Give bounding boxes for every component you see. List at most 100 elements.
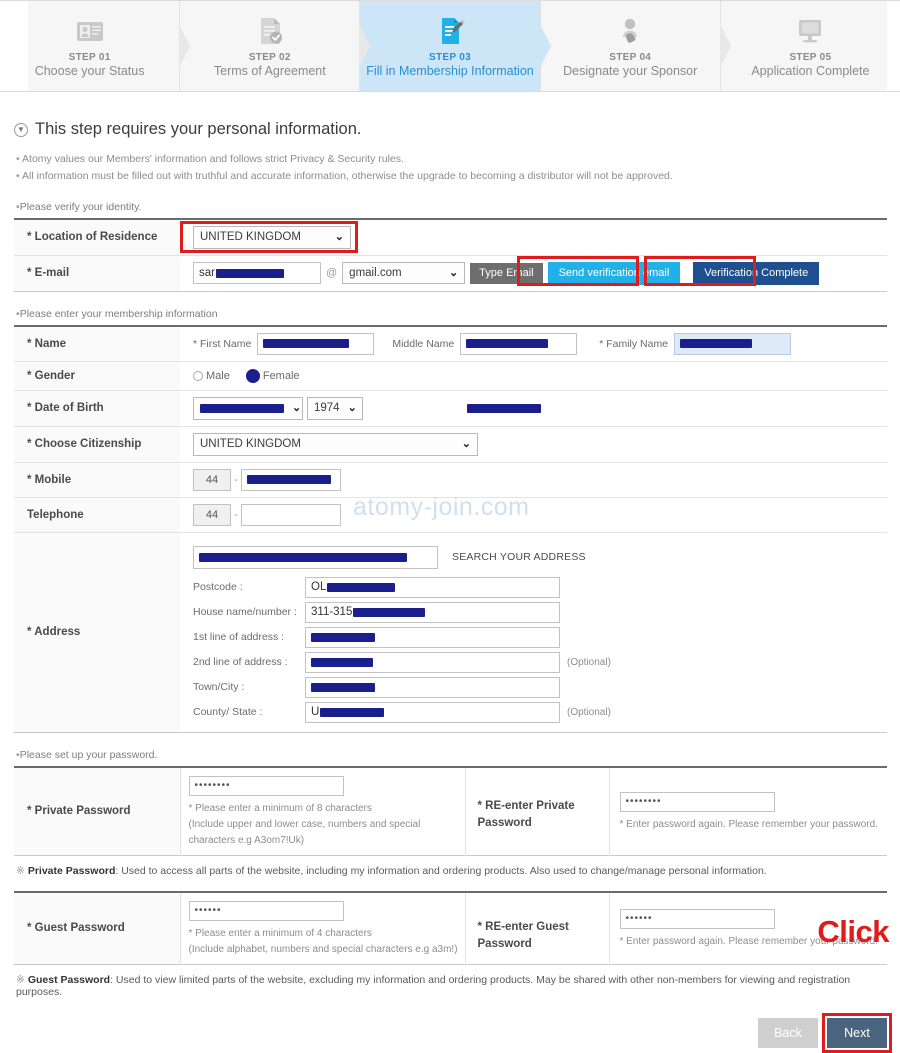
- address-search-input[interactable]: [193, 545, 438, 569]
- step-item-4[interactable]: STEP 04 Designate your Sponsor: [540, 1, 731, 91]
- bullet-icon: •: [16, 153, 20, 165]
- redaction-bar: [311, 632, 375, 642]
- middle-name-input[interactable]: [460, 332, 578, 355]
- notice-text: Atomy values our Members' information an…: [22, 153, 404, 165]
- step-item-5[interactable]: STEP 05 Application Complete: [720, 1, 900, 91]
- step-arrow-icon: [179, 24, 191, 68]
- gender-female-label: Female: [262, 369, 300, 382]
- dob-year-value: 1974: [314, 402, 340, 415]
- house-value-prefix: 311-315: [311, 606, 353, 619]
- step-number: STEP 02: [248, 52, 291, 63]
- private-password-input[interactable]: ••••••••: [188, 775, 344, 796]
- address-field-line2: 2nd line of address : (Optional): [193, 651, 887, 673]
- step-item-2[interactable]: STEP 02 Terms of Agreement: [180, 1, 371, 91]
- address-field-town: Town/City :: [193, 676, 887, 698]
- step-item-3[interactable]: STEP 03 Fill in Membership Information: [360, 1, 551, 91]
- guest-password-reenter-label: * RE-enter Guest Password: [464, 891, 609, 965]
- guest-password-input[interactable]: ••••••: [188, 900, 344, 921]
- radio-icon-selected: [245, 368, 260, 383]
- asterisk-icon: ※: [16, 973, 25, 986]
- address-field-line1: 1st line of address :: [193, 626, 887, 648]
- step-number: STEP 04: [609, 52, 652, 63]
- email-local-input[interactable]: sar: [193, 262, 321, 285]
- bullet-icon: •: [16, 170, 20, 183]
- citizenship-select[interactable]: UNITED KINGDOM ⌄: [193, 432, 478, 456]
- table-row-email: * E-mail sar @ gmail.com ⌄ Type Email Se…: [14, 255, 887, 292]
- table-row-telephone: Telephone 44 -: [14, 497, 887, 533]
- location-of-residence-select[interactable]: UNITED KINGDOM ⌄: [193, 225, 351, 249]
- step-item-1[interactable]: STEP 01 Choose your Status: [0, 1, 191, 91]
- identity-subhead: •Please verify your identity.: [16, 201, 887, 213]
- chevron-down-icon: ▼: [14, 122, 28, 137]
- address-search-row: SEARCH YOUR ADDRESS: [193, 545, 887, 569]
- guest-password-reenter-input[interactable]: ••••••: [619, 908, 775, 929]
- table-row-guest-password: * Guest Password •••••• * Please enter a…: [14, 891, 887, 965]
- step-label: Terms of Agreement: [213, 64, 326, 78]
- address-line-1-input[interactable]: [305, 626, 560, 648]
- guest-password-label: * Guest Password: [14, 891, 180, 965]
- telephone-number-input[interactable]: [240, 503, 341, 526]
- county-state-input[interactable]: U: [305, 701, 560, 723]
- notice-line-2: • All information must be filled out wit…: [16, 168, 887, 184]
- guest-password-value: ••••••: [194, 905, 222, 917]
- family-name-input[interactable]: [674, 332, 792, 355]
- redaction-bar: [353, 607, 426, 617]
- postcode-input[interactable]: OL: [305, 576, 560, 598]
- guest-reenter-hint: * Enter password again. Please remember …: [619, 935, 878, 947]
- redaction-bar: [199, 552, 407, 562]
- table-row-address: * Address SEARCH YOUR ADDRESS Postcode :…: [14, 532, 887, 733]
- type-email-button[interactable]: Type Email: [470, 262, 543, 284]
- back-button[interactable]: Back: [758, 1017, 818, 1048]
- guest-note-title: Guest Password: [27, 973, 111, 986]
- town-city-input[interactable]: [305, 676, 560, 698]
- guest-password-note: ※ Guest Password: Used to view limited pa…: [16, 974, 887, 998]
- document-check-icon: [260, 18, 282, 44]
- mobile-country-code[interactable]: 44: [193, 468, 231, 491]
- guest-password-hint: * Please enter a minimum of 4 characters…: [189, 926, 465, 958]
- guest-note-body: : Used to view limited parts of the webs…: [16, 973, 851, 998]
- email-label: * E-mail: [14, 255, 180, 292]
- chevron-down-icon: ⌄: [461, 437, 471, 450]
- citizenship-label: * Choose Citizenship: [14, 426, 180, 463]
- private-note-body: : Used to access all parts of the websit…: [115, 864, 767, 877]
- search-your-address-button[interactable]: SEARCH YOUR ADDRESS: [452, 551, 586, 563]
- redaction-bar: [680, 339, 753, 349]
- address-field-label: House name/number :: [193, 606, 297, 619]
- redaction-bar: [327, 582, 396, 592]
- address-field-label: 1st line of address :: [193, 631, 285, 644]
- mobile-label: * Mobile: [14, 462, 180, 498]
- private-password-hint: * Please enter a minimum of 8 characters…: [189, 801, 465, 849]
- gender-female-radio[interactable]: Female: [245, 368, 300, 383]
- dob-year-select[interactable]: 1974 ⌄: [307, 396, 363, 420]
- send-verification-email-button[interactable]: Send verification email: [547, 261, 681, 285]
- middle-name-label: Middle Name: [392, 337, 455, 350]
- private-password-reenter-input[interactable]: ••••••••: [619, 791, 775, 812]
- email-local-value: sar: [199, 267, 215, 280]
- step-label: Choose your Status: [34, 64, 145, 78]
- dob-month-day-select[interactable]: ⌄: [193, 396, 303, 420]
- first-name-label: * First Name: [193, 337, 252, 350]
- email-domain-select[interactable]: gmail.com ⌄: [342, 262, 466, 285]
- guest-password-table: * Guest Password •••••• * Please enter a…: [14, 890, 887, 965]
- step-label: Application Complete: [751, 64, 870, 78]
- membership-subhead: •Please enter your membership informatio…: [16, 308, 887, 320]
- name-label: * Name: [14, 325, 180, 362]
- location-value: UNITED KINGDOM: [200, 231, 301, 244]
- mobile-number-input[interactable]: [240, 468, 341, 491]
- table-row-citizenship: * Choose Citizenship UNITED KINGDOM ⌄: [14, 426, 887, 463]
- progress-step-bar: STEP 01 Choose your Status STEP 02 Terms…: [0, 0, 900, 92]
- redaction-bar: [320, 707, 385, 717]
- telephone-country-code[interactable]: 44: [193, 503, 231, 526]
- dash-separator: -: [234, 473, 238, 486]
- address-line-2-input[interactable]: [305, 651, 560, 673]
- form-footer: Back Next: [14, 1012, 892, 1053]
- chevron-down-icon: ⌄: [448, 266, 459, 279]
- next-button[interactable]: Next: [827, 1017, 887, 1048]
- first-name-input[interactable]: [257, 332, 375, 355]
- gender-male-radio[interactable]: Male: [193, 370, 230, 382]
- table-row-private-password: * Private Password •••••••• * Please ent…: [14, 766, 887, 856]
- at-symbol-icon: @: [326, 267, 338, 280]
- table-row-mobile: * Mobile 44 -: [14, 462, 887, 498]
- verification-complete-button[interactable]: Verification Complete: [693, 261, 820, 285]
- house-name-number-input[interactable]: 311-315: [305, 601, 560, 623]
